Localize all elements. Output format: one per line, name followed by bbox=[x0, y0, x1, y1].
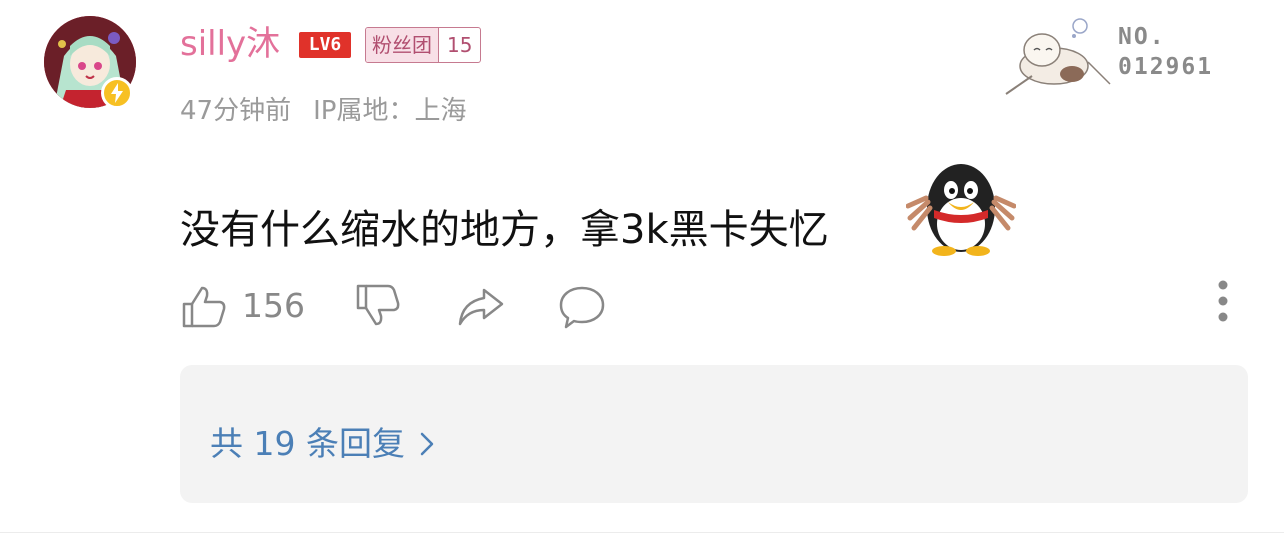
username[interactable]: silly沐 bbox=[180, 22, 280, 66]
like-count: 156 bbox=[242, 286, 305, 325]
decoration-label: NO. bbox=[1118, 24, 1166, 50]
decoration-number: NO. 012961 bbox=[1118, 22, 1213, 82]
comment-text: 没有什么缩水的地方，拿3k黑卡失忆 bbox=[180, 207, 829, 253]
vip-badge bbox=[101, 77, 133, 109]
fan-club-badge[interactable]: 粉丝团 15 bbox=[365, 27, 482, 63]
like-button[interactable]: 156 bbox=[180, 280, 305, 332]
thumbs-up-icon bbox=[182, 286, 226, 328]
replies-count-label: 共 19 条回复 bbox=[210, 424, 405, 463]
comment-meta: 47分钟前 IP属地：上海 bbox=[180, 92, 466, 130]
comment-button[interactable] bbox=[558, 280, 606, 332]
decoration-serial: 012961 bbox=[1118, 54, 1214, 80]
chevron-right-icon bbox=[420, 432, 434, 456]
divider bbox=[0, 532, 1284, 533]
ip-location: IP属地：上海 bbox=[313, 96, 467, 126]
more-vertical-icon[interactable] bbox=[1208, 279, 1238, 325]
sleeping-character-icon bbox=[1005, 18, 1111, 95]
share-icon bbox=[458, 288, 504, 326]
qq-penguin-emoji bbox=[906, 164, 1016, 256]
thumbs-down-icon bbox=[356, 284, 400, 326]
dislike-button[interactable] bbox=[354, 280, 402, 332]
replies-panel: 共 19 条回复 bbox=[180, 365, 1248, 503]
share-button[interactable] bbox=[456, 280, 504, 332]
comment-time: 47分钟前 bbox=[180, 96, 292, 126]
fan-club-name: 粉丝团 bbox=[366, 28, 439, 62]
comment-bubble-icon bbox=[559, 286, 605, 329]
fan-club-level: 15 bbox=[447, 33, 473, 57]
view-replies-link[interactable]: 共 19 条回复 bbox=[210, 421, 435, 467]
level-badge: LV6 bbox=[299, 32, 351, 58]
lightning-icon bbox=[111, 83, 123, 103]
